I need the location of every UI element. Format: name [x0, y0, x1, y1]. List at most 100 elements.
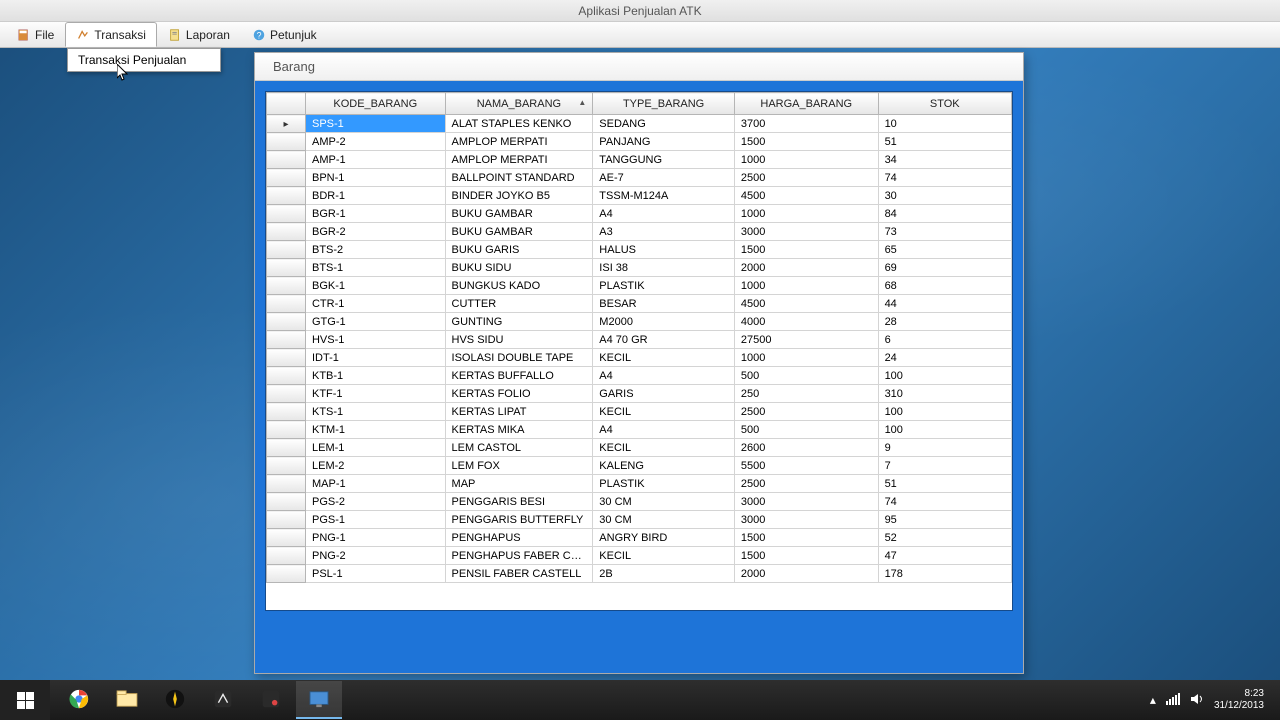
cell-kode[interactable]: PGS-2 [305, 493, 445, 511]
taskbar-app-dark1[interactable] [200, 681, 246, 719]
row-selector[interactable] [267, 295, 306, 313]
cell-type[interactable]: A3 [593, 223, 735, 241]
table-row[interactable]: HVS-1HVS SIDUA4 70 GR275006 [267, 331, 1012, 349]
cell-nama[interactable]: KERTAS MIKA [445, 421, 593, 439]
cell-nama[interactable]: AMPLOP MERPATI [445, 151, 593, 169]
cell-kode[interactable]: KTB-1 [305, 367, 445, 385]
cell-stok[interactable]: 100 [878, 367, 1011, 385]
cell-nama[interactable]: BUKU GAMBAR [445, 205, 593, 223]
row-selector[interactable] [267, 367, 306, 385]
row-selector[interactable] [267, 277, 306, 295]
row-selector[interactable] [267, 349, 306, 367]
taskbar-explorer[interactable] [104, 681, 150, 719]
table-row[interactable]: MAP-1MAPPLASTIK250051 [267, 475, 1012, 493]
cell-kode[interactable]: BDR-1 [305, 187, 445, 205]
cell-harga[interactable]: 3700 [734, 115, 878, 133]
cell-type[interactable]: M2000 [593, 313, 735, 331]
row-selector[interactable] [267, 421, 306, 439]
table-row[interactable]: BGR-1BUKU GAMBARA4100084 [267, 205, 1012, 223]
table-row[interactable]: KTM-1KERTAS MIKAA4500100 [267, 421, 1012, 439]
cell-stok[interactable]: 28 [878, 313, 1011, 331]
cell-type[interactable]: A4 [593, 367, 735, 385]
cell-stok[interactable]: 6 [878, 331, 1011, 349]
cell-type[interactable]: KECIL [593, 349, 735, 367]
taskbar-current-app[interactable] [296, 681, 342, 719]
cell-stok[interactable]: 24 [878, 349, 1011, 367]
cell-kode[interactable]: MAP-1 [305, 475, 445, 493]
col-harga[interactable]: HARGA_BARANG [734, 93, 878, 115]
cell-harga[interactable]: 1500 [734, 241, 878, 259]
table-row[interactable]: CTR-1CUTTERBESAR450044 [267, 295, 1012, 313]
cell-type[interactable]: ANGRY BIRD [593, 529, 735, 547]
row-selector[interactable] [267, 259, 306, 277]
cell-stok[interactable]: 7 [878, 457, 1011, 475]
row-selector[interactable] [267, 457, 306, 475]
cell-type[interactable]: KALENG [593, 457, 735, 475]
table-row[interactable]: LEM-2LEM FOXKALENG55007 [267, 457, 1012, 475]
table-row[interactable]: KTF-1KERTAS FOLIOGARIS250310 [267, 385, 1012, 403]
cell-harga[interactable]: 500 [734, 367, 878, 385]
cell-nama[interactable]: ISOLASI DOUBLE TAPE [445, 349, 593, 367]
cell-kode[interactable]: HVS-1 [305, 331, 445, 349]
cell-type[interactable]: HALUS [593, 241, 735, 259]
cell-kode[interactable]: LEM-2 [305, 457, 445, 475]
table-row[interactable]: BGR-2BUKU GAMBARA3300073 [267, 223, 1012, 241]
cell-stok[interactable]: 65 [878, 241, 1011, 259]
cell-stok[interactable]: 178 [878, 565, 1011, 583]
cell-nama[interactable]: PENGHAPUS FABER CAS... [445, 547, 593, 565]
menu-file[interactable]: File [6, 22, 65, 47]
cell-type[interactable]: 30 CM [593, 493, 735, 511]
table-row[interactable]: AMP-1AMPLOP MERPATITANGGUNG100034 [267, 151, 1012, 169]
cell-harga[interactable]: 2500 [734, 475, 878, 493]
row-selector[interactable] [267, 223, 306, 241]
table-row[interactable]: PGS-1PENGGARIS BUTTERFLY30 CM300095 [267, 511, 1012, 529]
cell-kode[interactable]: SPS-1 [305, 115, 445, 133]
cell-type[interactable]: TANGGUNG [593, 151, 735, 169]
cell-kode[interactable]: BGR-2 [305, 223, 445, 241]
cell-harga[interactable]: 3000 [734, 493, 878, 511]
table-row[interactable]: AMP-2AMPLOP MERPATIPANJANG150051 [267, 133, 1012, 151]
cell-nama[interactable]: KERTAS BUFFALLO [445, 367, 593, 385]
cell-nama[interactable]: BUNGKUS KADO [445, 277, 593, 295]
cell-type[interactable]: ISI 38 [593, 259, 735, 277]
row-selector[interactable] [267, 133, 306, 151]
cell-stok[interactable]: 9 [878, 439, 1011, 457]
cell-kode[interactable]: BGR-1 [305, 205, 445, 223]
cell-stok[interactable]: 310 [878, 385, 1011, 403]
cell-harga[interactable]: 1000 [734, 205, 878, 223]
table-row[interactable]: KTB-1KERTAS BUFFALLOA4500100 [267, 367, 1012, 385]
row-selector[interactable] [267, 241, 306, 259]
cell-type[interactable]: KECIL [593, 403, 735, 421]
cell-nama[interactable]: PENGGARIS BUTTERFLY [445, 511, 593, 529]
cell-type[interactable]: TSSM-M124A [593, 187, 735, 205]
cell-kode[interactable]: PGS-1 [305, 511, 445, 529]
row-selector[interactable] [267, 475, 306, 493]
row-selector[interactable] [267, 151, 306, 169]
cell-harga[interactable]: 5500 [734, 457, 878, 475]
cell-stok[interactable]: 34 [878, 151, 1011, 169]
cell-harga[interactable]: 2500 [734, 403, 878, 421]
cell-harga[interactable]: 1500 [734, 133, 878, 151]
cell-stok[interactable]: 44 [878, 295, 1011, 313]
row-selector[interactable] [267, 565, 306, 583]
row-selector[interactable] [267, 529, 306, 547]
cell-stok[interactable]: 51 [878, 133, 1011, 151]
row-selector[interactable] [267, 187, 306, 205]
table-row[interactable]: BGK-1BUNGKUS KADOPLASTIK100068 [267, 277, 1012, 295]
cell-nama[interactable]: PENSIL FABER CASTELL [445, 565, 593, 583]
cell-nama[interactable]: PENGGARIS BESI [445, 493, 593, 511]
cell-harga[interactable]: 2000 [734, 259, 878, 277]
cell-harga[interactable]: 3000 [734, 511, 878, 529]
cell-type[interactable]: 2B [593, 565, 735, 583]
cell-harga[interactable]: 1000 [734, 349, 878, 367]
cell-nama[interactable]: ALAT STAPLES KENKO [445, 115, 593, 133]
table-row[interactable]: KTS-1KERTAS LIPATKECIL2500100 [267, 403, 1012, 421]
table-row[interactable]: LEM-1LEM CASTOLKECIL26009 [267, 439, 1012, 457]
row-selector[interactable] [267, 205, 306, 223]
cell-kode[interactable]: AMP-2 [305, 133, 445, 151]
cell-kode[interactable]: BPN-1 [305, 169, 445, 187]
table-row[interactable]: BTS-2BUKU GARISHALUS150065 [267, 241, 1012, 259]
cell-nama[interactable]: BINDER JOYKO B5 [445, 187, 593, 205]
cell-nama[interactable]: BUKU GAMBAR [445, 223, 593, 241]
cell-nama[interactable]: KERTAS LIPAT [445, 403, 593, 421]
